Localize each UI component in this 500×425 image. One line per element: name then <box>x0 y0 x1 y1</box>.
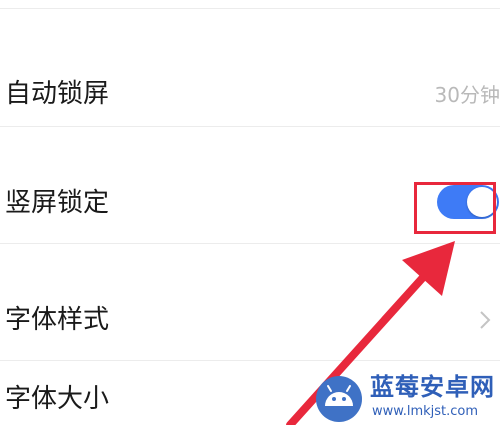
settings-screen: 自动锁屏 30分钟 竖屏锁定 字体样式 字体大小 蓝莓安卓网 www.lmkjs… <box>0 0 500 425</box>
font-size-label: 字体大小 <box>5 384 110 414</box>
auto-lock-label: 自动锁屏 <box>5 79 110 109</box>
android-logo-icon <box>316 376 362 422</box>
watermark: 蓝莓安卓网 www.lmkjst.com <box>312 370 500 425</box>
font-style-label: 字体样式 <box>5 305 110 335</box>
auto-lock-value: 30分钟 <box>434 83 500 107</box>
chevron-right-icon <box>480 311 491 329</box>
watermark-url: www.lmkjst.com <box>372 404 479 419</box>
watermark-title: 蓝莓安卓网 <box>370 373 495 401</box>
auto-lock-row[interactable]: 自动锁屏 30分钟 <box>0 8 500 126</box>
highlight-box <box>414 182 496 234</box>
font-style-row[interactable]: 字体样式 <box>0 244 500 360</box>
portrait-lock-label: 竖屏锁定 <box>5 188 110 218</box>
